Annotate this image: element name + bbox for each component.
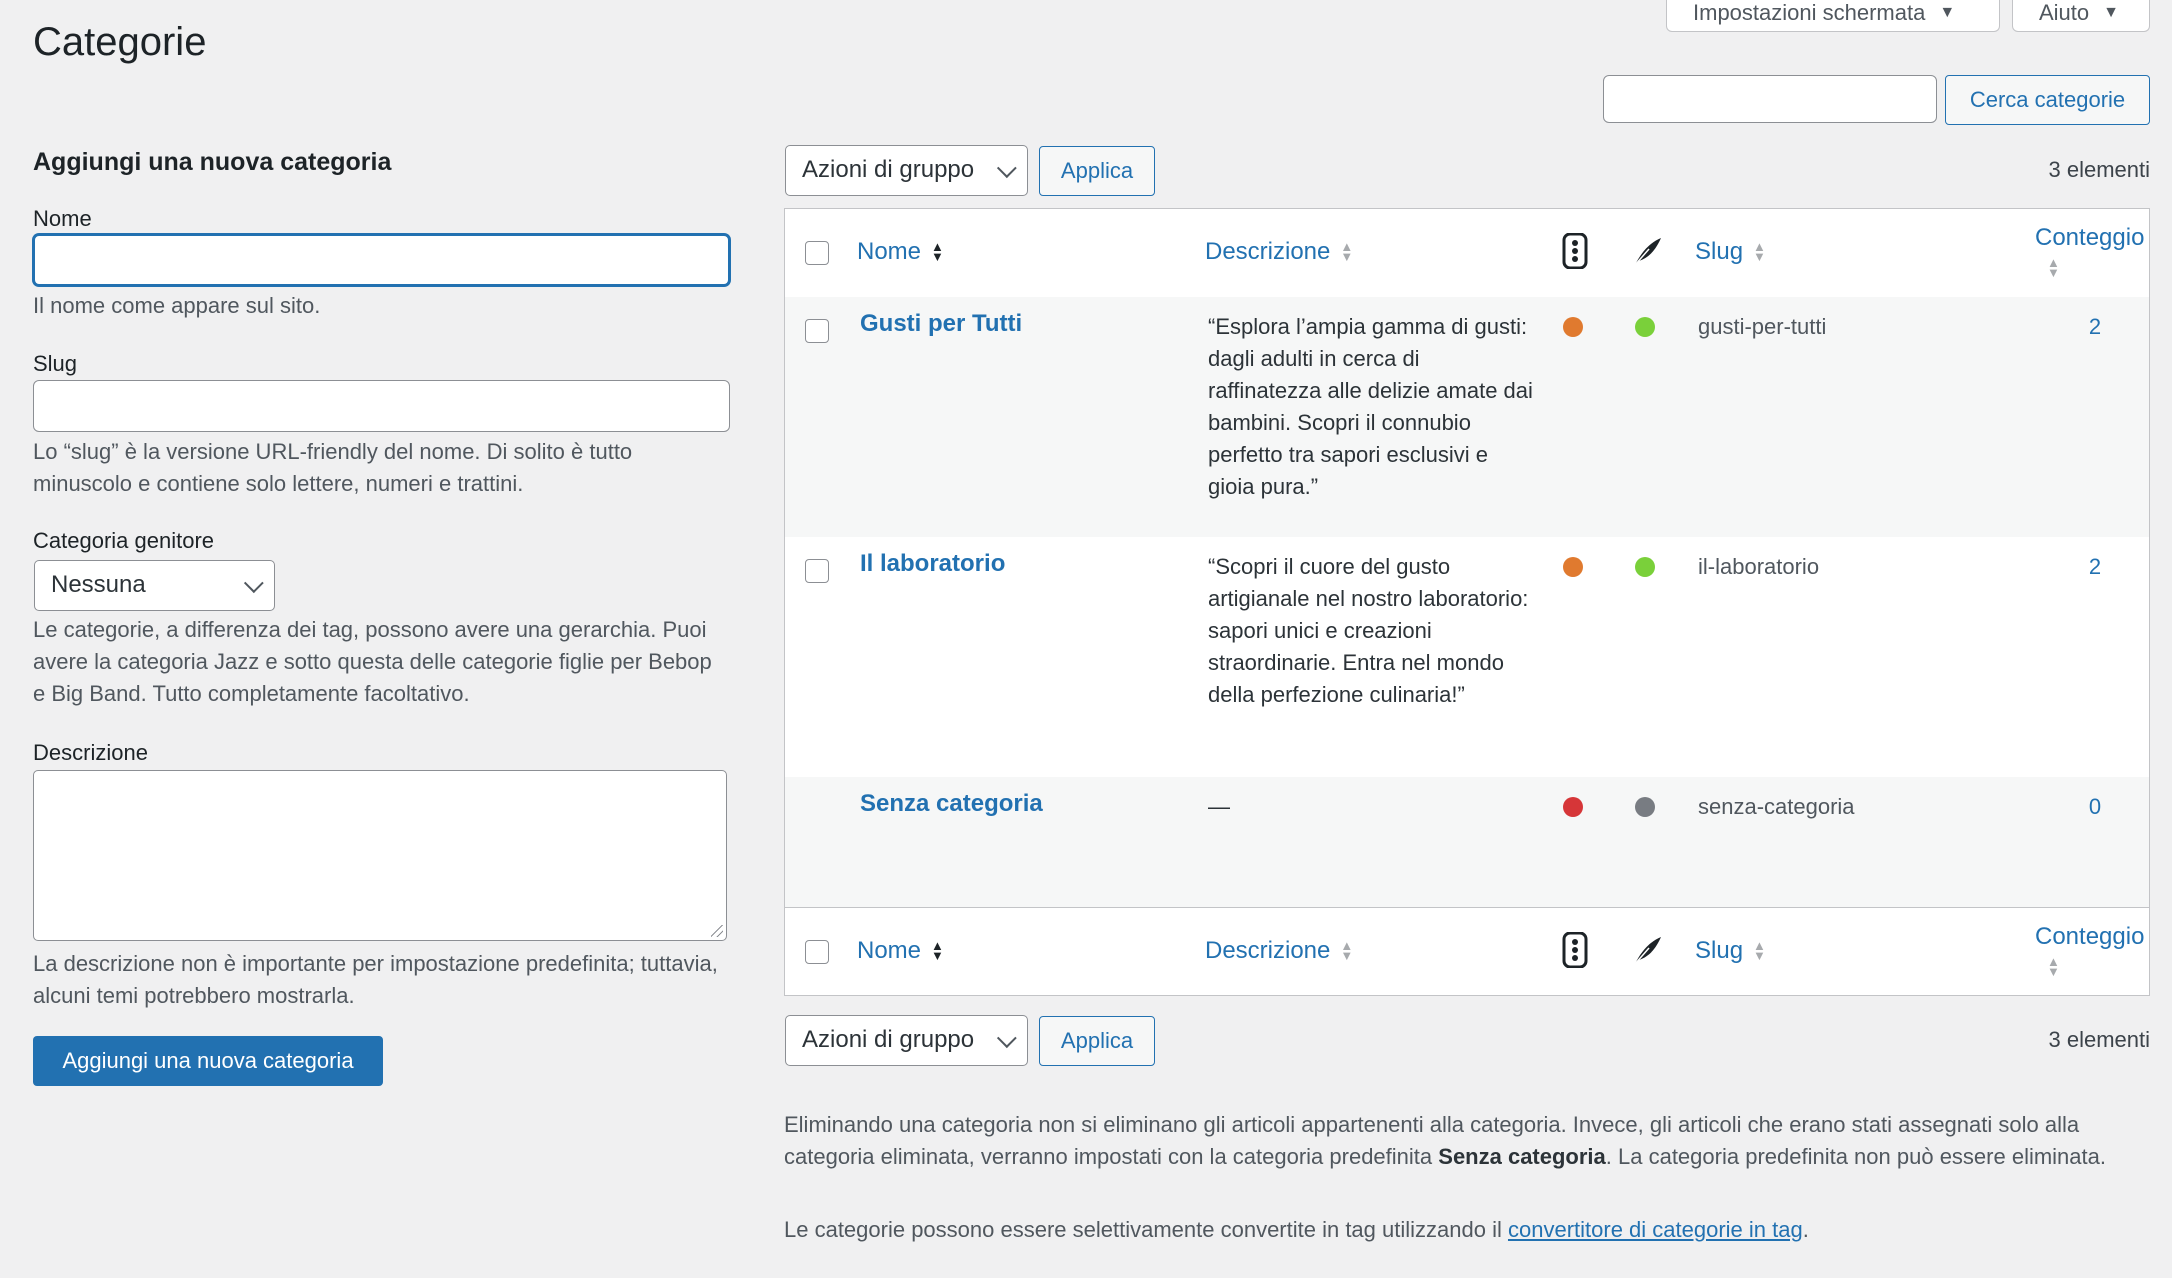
status-dot-1	[1563, 557, 1583, 577]
select-all-checkbox-bottom[interactable]	[805, 940, 829, 964]
select-all-checkbox[interactable]	[805, 241, 829, 265]
chevron-down-icon	[996, 157, 1017, 178]
traffic-light-icon	[1561, 931, 1589, 977]
sort-icon: ▲ ▼	[1340, 938, 1354, 964]
parent-category-select[interactable]: Nessuna	[34, 560, 275, 611]
sort-icon: ▲ ▼	[931, 239, 944, 265]
slug-help: Lo “slug” è la versione URL-friendly del…	[33, 439, 633, 496]
table-row: Gusti per Tutti “Esplora l’ampia gamma d…	[785, 297, 2149, 537]
column-name-label: Nome	[857, 937, 922, 964]
column-slug-header[interactable]: Slug ▲ ▼	[1695, 235, 1766, 270]
default-category-name: Senza categoria	[1438, 1144, 1606, 1169]
category-slug: senza-categoria	[1698, 794, 1855, 819]
slug-label: Slug	[33, 351, 78, 376]
chevron-down-icon	[243, 572, 264, 593]
category-tag-converter-link[interactable]: convertitore di categorie in tag	[1508, 1217, 1803, 1242]
sort-icon: ▲ ▼	[1753, 938, 1766, 964]
column-slug-footer[interactable]: Slug ▲ ▼	[1695, 934, 1766, 969]
row-checkbox[interactable]	[805, 559, 829, 583]
screen-options-tab[interactable]: Impostazioni schermata ▼	[1666, 0, 2000, 32]
sort-icon: ▲ ▼	[1340, 239, 1354, 265]
sort-icon: ▲ ▼	[2047, 953, 2060, 979]
apply-button-bottom[interactable]: Applica	[1039, 1016, 1155, 1066]
status-dot-1	[1563, 797, 1583, 817]
table-header: Nome ▲ ▼ Descrizione ▲ ▼ Slug ▲ ▼ Conteggio…	[785, 209, 2149, 298]
category-count-link[interactable]: 0	[2085, 791, 2105, 823]
name-help: Il nome come appare sul sito.	[33, 293, 321, 318]
triangle-down-icon: ▼	[1939, 3, 1956, 21]
bulk-actions-value: Azioni di gruppo	[802, 156, 975, 184]
category-description: “Esplora l’ampia gamma di gusti: dagli a…	[1208, 314, 1533, 499]
chevron-down-icon	[996, 1027, 1017, 1048]
parent-category-help: Le categorie, a differenza dei tag, poss…	[33, 617, 712, 706]
name-input[interactable]	[33, 234, 730, 286]
column-count-label: Conteggio	[2035, 224, 2145, 251]
table-row: Il laboratorio “Scopri il cuore del gust…	[785, 537, 2149, 777]
bulk-actions-value: Azioni di gruppo	[802, 1026, 975, 1054]
column-count-header[interactable]: Conteggio ▲ ▼	[2035, 221, 2145, 280]
description-help: La descrizione non è importante per impo…	[33, 951, 718, 1008]
column-description-label: Descrizione	[1205, 937, 1331, 964]
status-dot-2	[1635, 557, 1655, 577]
column-slug-label: Slug	[1695, 937, 1744, 964]
traffic-light-icon	[1561, 232, 1589, 278]
description-textarea[interactable]	[33, 770, 727, 941]
column-description-header[interactable]: Descrizione ▲ ▼	[1205, 235, 1353, 270]
column-name-label: Nome	[857, 238, 922, 265]
category-count-link[interactable]: 2	[2085, 311, 2105, 343]
category-description: —	[1208, 794, 1230, 819]
category-name-link[interactable]: Gusti per Tutti	[860, 307, 1022, 342]
status-dot-2	[1635, 317, 1655, 337]
feather-icon	[1631, 235, 1663, 276]
convert-note-end: .	[1802, 1217, 1809, 1242]
sort-icon: ▲ ▼	[2047, 254, 2060, 280]
parent-category-value: Nessuna	[51, 571, 146, 599]
bulk-actions-select-bottom[interactable]: Azioni di gruppo	[785, 1015, 1028, 1066]
column-count-label: Conteggio	[2035, 923, 2145, 950]
category-count-link[interactable]: 2	[2085, 551, 2105, 583]
slug-input[interactable]	[33, 380, 730, 432]
category-name-link[interactable]: Senza categoria	[860, 787, 1043, 822]
status-dot-1	[1563, 317, 1583, 337]
category-slug: il-laboratorio	[1698, 554, 1820, 579]
delete-note-text-end: . La categoria predefinita non può esser…	[1605, 1144, 2106, 1169]
sort-icon: ▲ ▼	[931, 938, 944, 964]
help-label: Aiuto	[2039, 0, 2090, 25]
delete-note: Eliminando una categoria non si eliminan…	[784, 1109, 2150, 1173]
column-name-header[interactable]: Nome ▲ ▼	[857, 235, 944, 270]
category-name-link[interactable]: Il laboratorio	[860, 547, 1005, 582]
row-checkbox[interactable]	[805, 319, 829, 343]
page-title: Categorie	[33, 20, 207, 64]
column-description-footer[interactable]: Descrizione ▲ ▼	[1205, 934, 1353, 969]
convert-note: Le categorie possono essere selettivamen…	[784, 1214, 2150, 1246]
screen-options-label: Impostazioni schermata	[1693, 0, 1926, 25]
add-category-button[interactable]: Aggiungi una nuova categoria	[33, 1036, 383, 1086]
triangle-down-icon: ▼	[2103, 3, 2119, 21]
resize-handle-icon[interactable]	[711, 925, 723, 937]
items-count-top: 3 elementi	[2048, 157, 2150, 182]
table-footer: Nome ▲ ▼ Descrizione ▲ ▼ Slug ▲ ▼ Conteggio…	[785, 907, 2149, 995]
items-count-bottom: 3 elementi	[2048, 1027, 2150, 1052]
category-description: “Scopri il cuore del gusto artigianale n…	[1208, 554, 1529, 707]
status-dot-2	[1635, 797, 1655, 817]
column-slug-label: Slug	[1695, 238, 1744, 265]
column-description-label: Descrizione	[1205, 238, 1331, 265]
search-input[interactable]	[1603, 75, 1937, 123]
table-row: Senza categoria — senza-categoria 0	[785, 777, 2149, 907]
feather-icon	[1631, 934, 1663, 975]
categories-table: Nome ▲ ▼ Descrizione ▲ ▼ Slug ▲ ▼ Conteggio…	[784, 208, 2150, 996]
description-label: Descrizione	[33, 740, 148, 765]
search-categories-button[interactable]: Cerca categorie	[1945, 75, 2150, 125]
convert-note-text: Le categorie possono essere selettivamen…	[784, 1217, 1508, 1242]
parent-category-label: Categoria genitore	[33, 528, 215, 553]
apply-button-top[interactable]: Applica	[1039, 146, 1155, 196]
add-category-heading: Aggiungi una nuova categoria	[33, 148, 392, 176]
name-label: Nome	[33, 206, 92, 231]
column-count-footer[interactable]: Conteggio ▲ ▼	[2035, 920, 2145, 979]
sort-icon: ▲ ▼	[1753, 239, 1766, 265]
category-slug: gusti-per-tutti	[1698, 314, 1827, 339]
help-tab[interactable]: Aiuto ▼	[2012, 0, 2150, 32]
bulk-actions-select-top[interactable]: Azioni di gruppo	[785, 145, 1028, 196]
column-name-footer[interactable]: Nome ▲ ▼	[857, 934, 944, 969]
